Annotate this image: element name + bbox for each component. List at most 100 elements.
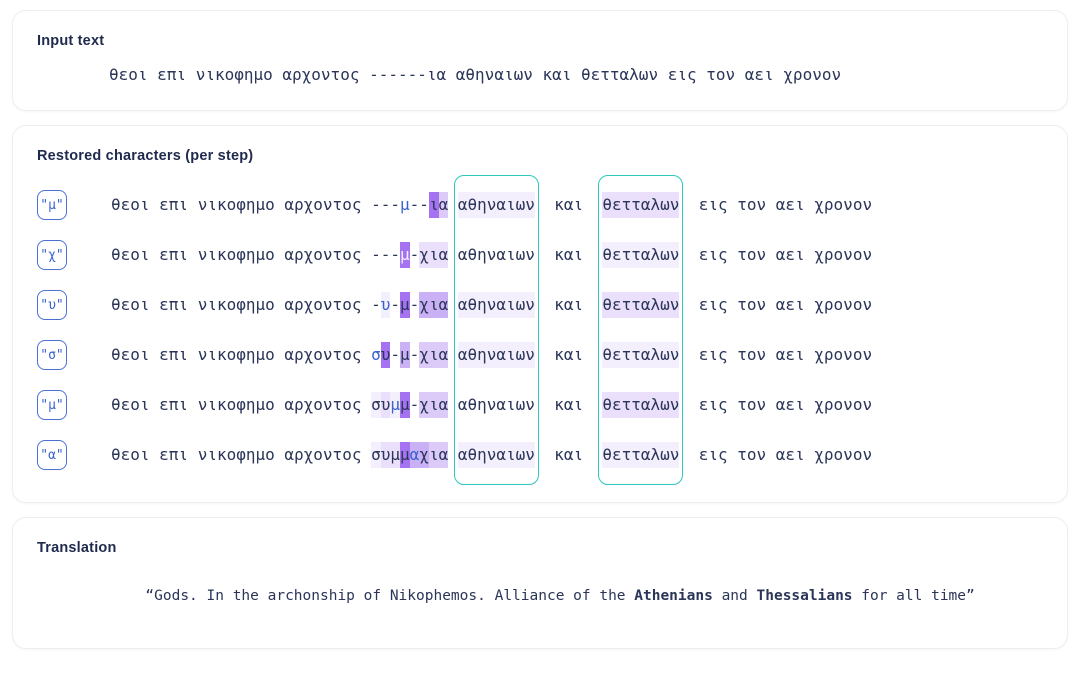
sequence-tail: εις τον αει χρονον [698,445,873,464]
gap-char: χ [419,242,429,268]
gap-char: υ [380,342,391,368]
step-sequence: θεοι επι νικοφημο αρχοντος ---μ-χια αθην… [111,242,872,268]
gap-char: - [409,295,420,314]
gap-char: α [438,442,449,468]
step-sequence: θεοι επι νικοφημο αρχοντος συμμαχια αθην… [111,442,872,468]
gap-char: - [371,245,381,264]
gap-char: υ [380,442,391,468]
gap-char: - [409,245,420,264]
word-athenians: αθηναιων [457,442,535,468]
gap-char: υ [380,392,391,418]
gap-char: χ [419,442,429,468]
restored-char-badge[interactable]: "μ" [37,390,67,420]
sequence-prefix: θεοι επι νικοφημο αρχοντος [111,245,372,264]
sequence-prefix: θεοι επι νικοφημο αρχοντος [111,295,372,314]
word-kai: και [554,445,584,464]
sequence-prefix: θεοι επι νικοφημο αρχοντος [111,395,372,414]
restored-char-badge[interactable]: "χ" [37,240,67,270]
gap-char: ι [428,442,439,468]
restored-char-badge[interactable]: "υ" [37,290,67,320]
translation-part3: for all time [852,588,967,604]
step-row: "μ" θεοι επι νικοφημο αρχοντος ---μ--ια α… [37,180,1043,230]
word-kai: και [554,295,584,314]
gap-char: - [409,395,420,414]
gap-char: - [390,295,401,314]
step-row: "υ" θεοι επι νικοφημο αρχοντος -υ-μ-χια α… [37,280,1043,330]
step-row: "χ" θεοι επι νικοφημο αρχοντος ---μ-χια α… [37,230,1043,280]
restored-char-badge[interactable]: "α" [37,440,67,470]
sequence-prefix: θεοι επι νικοφημο αρχοντος [111,445,372,464]
gap-char: α [409,442,420,468]
step-row: "σ" θεοι επι νικοφημο αρχοντος συ-μ-χια α… [37,330,1043,380]
step-sequence: θεοι επι νικοφημο αρχοντος -υ-μ-χια αθην… [111,292,872,318]
gap-char: χ [419,342,429,368]
gap-char: μ [400,442,410,468]
gap-char: υ [380,292,391,318]
word-thessalians: θετταλων [602,442,680,468]
sequence-tail: εις τον αει χρονον [698,345,873,364]
word-kai: και [554,395,584,414]
step-sequence: θεοι επι νικοφημο αρχοντος ---μ--ια αθην… [111,192,872,218]
gap-char: μ [390,392,401,418]
gap-char: ι [428,292,439,318]
gap-char: ι [428,392,439,418]
gap-char: - [380,195,391,214]
word-athenians: αθηναιων [457,192,535,218]
word-thessalians: θετταλων [602,242,680,268]
step-row: "α" θεοι επι νικοφημο αρχοντος συμμαχια α… [37,430,1043,480]
gap-char: χ [419,392,429,418]
translation-open-quote: “ [145,588,155,604]
gap-char: - [371,295,381,314]
gap-char: - [390,245,401,264]
sequence-prefix: θεοι επι νικοφημο αρχοντος [111,195,372,214]
gap-char: μ [400,195,410,214]
word-thessalians: θετταλων [602,192,680,218]
gap-char: - [409,345,420,364]
step-row: "μ" θεοι επι νικοφημο αρχοντος συμμ-χια α… [37,380,1043,430]
gap-char: μ [400,292,410,318]
input-text-value: θεοι επι νικοφημο αρχοντος ------ια αθην… [109,65,842,84]
input-text-title: Input text [37,33,105,49]
restored-characters-title: Restored characters (per step) [37,148,254,164]
word-kai: και [554,195,584,214]
gap-char: α [438,292,449,318]
word-kai: και [554,345,584,364]
page-root: Input text θεοι επι νικοφημο αρχοντος --… [0,0,1080,698]
restored-char-badge[interactable]: "μ" [37,190,67,220]
restored-char-badge[interactable]: "σ" [37,340,67,370]
gap-char: σ [371,442,381,468]
gap-char: - [380,245,391,264]
word-kai: και [554,245,584,264]
translation-part1: Gods. In the archonship of Nikophemos. A… [154,588,635,604]
gap-char: α [438,342,449,368]
gap-char: - [390,195,401,214]
word-athenians: αθηναιων [457,342,535,368]
gap-char: ι [428,342,439,368]
translation-title: Translation [37,540,117,556]
gap-char: - [409,195,420,214]
gap-char: μ [400,342,410,368]
step-sequence: θεοι επι νικοφημο αρχοντος συ-μ-χια αθην… [111,342,872,368]
translation-value: “Gods. In the archonship of Nikophemos. … [37,572,1043,620]
gap-char: ι [428,242,439,268]
translation-close-quote: ” [966,588,975,604]
input-text-card: Input text θεοι επι νικοφημο αρχοντος --… [12,10,1068,111]
gap-char: α [438,392,449,418]
